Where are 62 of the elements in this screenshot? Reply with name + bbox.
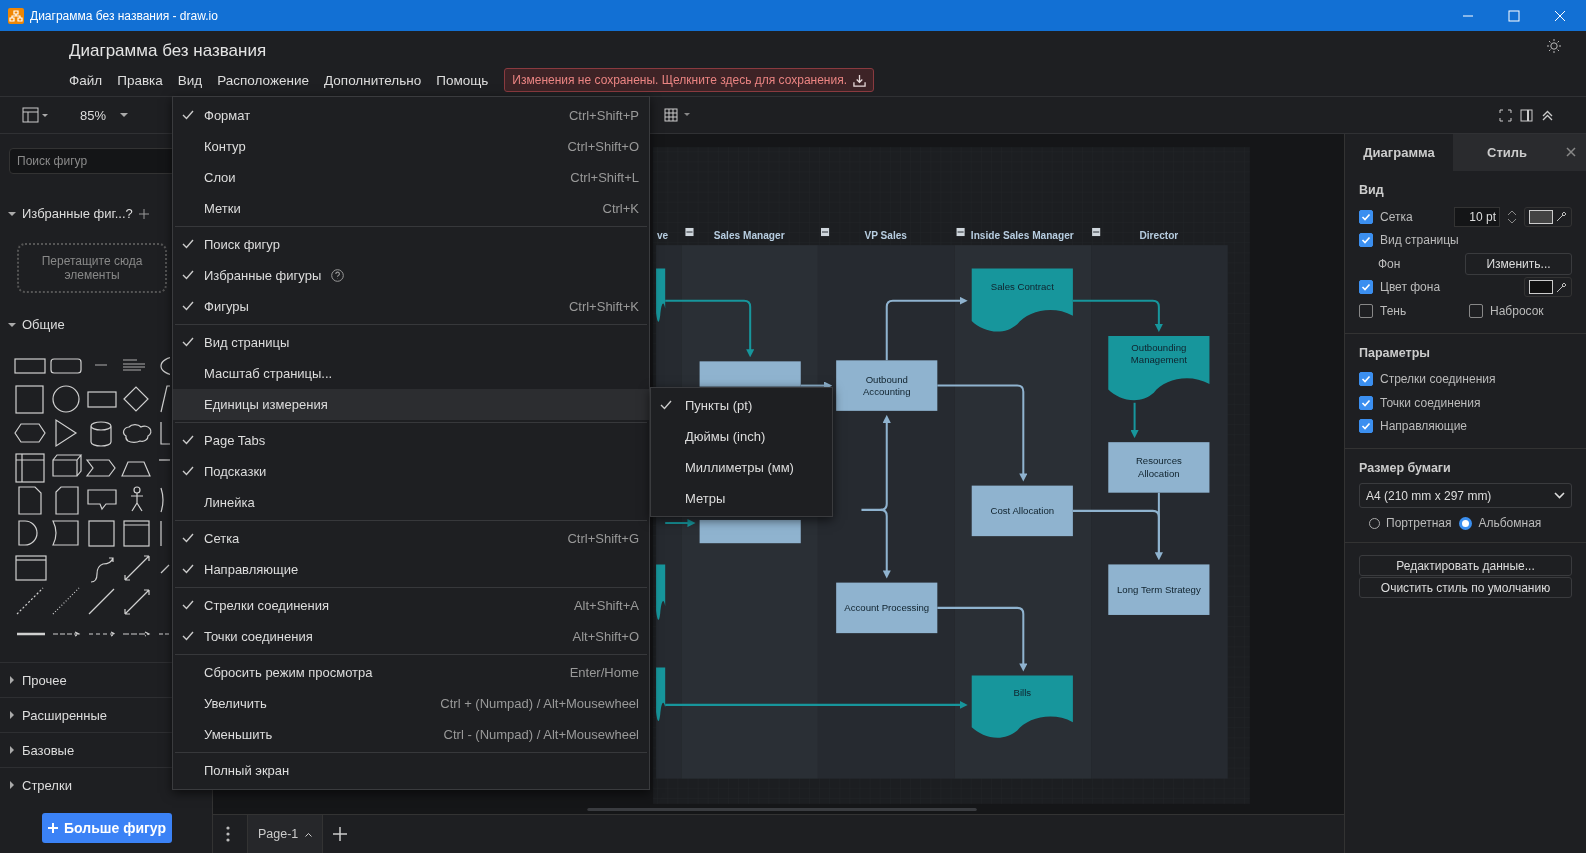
menu-item-label: Увеличить [204,696,267,711]
menu-item-label: Пункты (pt) [685,398,753,413]
checkbox-label: Сетка [1380,209,1413,224]
menu-item-label: Направляющие [204,562,299,577]
menu-item-label: Формат [204,108,251,123]
window-title: Диаграмма без названия - draw.io [30,8,218,23]
menu-item-label: Вид страницы [204,335,290,350]
node-label: Bills [1013,687,1032,700]
node-label: Outbounding Management [1129,341,1188,367]
menu-item-label: Метры [685,491,726,506]
menu-item-label: Уменьшить [204,727,273,742]
section-title: Размер бумаги [1359,461,1452,475]
shortcut-label: Ctrl+K [602,201,639,216]
checkbox-label: Точки соединения [1380,395,1481,410]
node-label: Sales Contract [990,280,1054,293]
menu-item-label: Масштаб страницы... [204,366,333,381]
lane-title: Inside Sales Manager [970,230,1074,242]
lane-title: Director [1139,230,1179,242]
shortcut-label: Ctrl+Shift+L [570,170,639,185]
lane-title: VP Sales [864,230,907,242]
menu-item-label: Метки [204,201,241,216]
menu-item-label: Линейка [204,495,255,510]
radio-label: Портретная [1386,516,1452,530]
menu-item-label: Точки соединения [204,629,313,644]
shortcut-label: Ctrl - (Numpad) / Alt+Mousewheel [443,727,639,742]
shortcut-label: Ctrl+Shift+P [568,108,639,123]
menu-item-label: Избранные фигуры [204,268,322,283]
checkbox-label: Тень [1380,303,1407,318]
lane-title: Sales Manager [713,230,785,242]
shortcut-label: Ctrl+Shift+K [568,299,639,314]
checkbox-label: Набросок [1490,303,1544,318]
shortcut-label: Ctrl + (Numpad) / Alt+Mousewheel [440,696,639,711]
node-label: Long Term Strategy [1117,583,1201,596]
shortcut-label: Alt+Shift+A [573,598,639,613]
menu-item-label: Page Tabs [204,433,266,448]
menu-item-label: Фигуры [204,299,249,314]
checkbox-label: Вид страницы [1380,233,1459,248]
shortcut-label: Enter/Home [569,665,639,680]
menu-item-label: Стрелки соединения [204,598,330,613]
node-label: Cost Allocation [990,504,1055,518]
menu-item-label: Дюймы (inch) [685,429,766,444]
node-label: Resources Allocation [1134,454,1183,480]
section-title: Вид [1359,183,1385,197]
shortcut-label: Ctrl+Shift+G [567,531,639,546]
shortcut-label: Ctrl+Shift+O [567,139,639,154]
radio-label: Альбомная [1478,516,1542,530]
section-title: Параметры [1359,345,1431,360]
menu-item-label: Поиск фигур [204,237,280,252]
menu-item-label: Сбросить режим просмотра [204,665,373,680]
menu-item-label: Единицы измерения [204,397,328,412]
menu-item-label: Полный экран [204,763,290,778]
menu-item-label: Миллиметры (мм) [685,460,794,475]
menu-item-label: Подсказки [204,464,267,479]
checkbox-label: Стрелки соединения [1380,372,1496,387]
node-label: Account Processing [844,601,930,615]
node-label: Outbound Accounting [861,373,912,399]
menu-item-label: Сетка [204,531,240,546]
shortcut-label: Alt+Shift+O [572,629,639,644]
lane-title: ve [657,230,669,242]
field-label: Фон [1378,256,1401,271]
checkbox-label: Направляющие [1380,419,1468,434]
checkbox-label: Цвет фона [1380,280,1441,295]
